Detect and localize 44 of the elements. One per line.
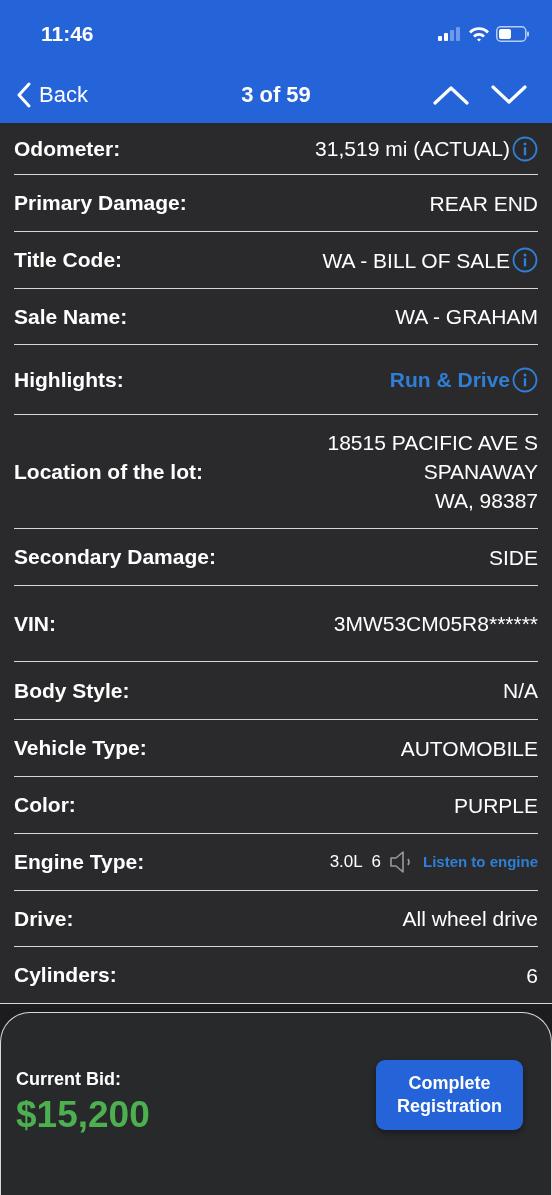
row-label: VIN: [14, 610, 56, 637]
row-label: Odometer: [14, 135, 121, 162]
row-label: Primary Damage: [14, 190, 187, 217]
row-value: PURPLE [453, 792, 538, 819]
row-label: Body Style: [14, 677, 130, 704]
back-button[interactable]: Back [17, 78, 88, 111]
row-value: SIDE [489, 544, 538, 571]
bid-amount: $15,200 [16, 1093, 150, 1137]
row-label: Vehicle Type: [14, 735, 147, 762]
row-value: WA - BILL OF SALE [322, 247, 510, 274]
row-label: Cylinders: [14, 962, 117, 989]
wifi-icon [468, 26, 490, 42]
info-icon[interactable] [512, 247, 538, 273]
bid-label: Current Bid: [16, 1068, 122, 1091]
row-label: Sale Name: [14, 303, 128, 330]
row-value: REAR END [429, 190, 538, 217]
row-value: 3.0L 6 [329, 851, 381, 874]
page-title: 3 of 59 [241, 81, 311, 109]
highlight-link[interactable]: Run & Drive [389, 363, 510, 396]
battery-icon [496, 26, 530, 42]
row-value: 3MW53CM05R8****** [333, 611, 538, 637]
chevron-down-icon[interactable] [491, 84, 527, 105]
complete-registration-button[interactable]: Complete Registration [376, 1060, 523, 1130]
status-time: 11:46 [41, 21, 94, 48]
info-icon[interactable] [512, 135, 538, 162]
info-icon[interactable] [512, 366, 538, 393]
row-value: All wheel drive [402, 906, 538, 932]
row-value: N/A [503, 678, 538, 704]
chevron-up-icon[interactable] [433, 84, 469, 105]
row-label: Drive: [14, 905, 74, 932]
row-label: Title Code: [14, 247, 123, 274]
row-label: Highlights: [14, 366, 124, 393]
row-label: Color: [14, 792, 76, 819]
row-label: Engine Type: [14, 849, 145, 876]
row-value: 18515 PACIFIC AVE S SPANAWAY WA, 98387 [327, 430, 538, 514]
signal-icon [438, 27, 462, 41]
row-value: WA - GRAHAM [395, 304, 538, 330]
row-label: Secondary Damage: [14, 544, 216, 571]
listen-engine-button[interactable]: Listen to engine [389, 849, 538, 875]
back-chevron-icon [17, 81, 31, 108]
row-value: AUTOMOBILE [400, 735, 538, 762]
row-label: Location of the lot: [14, 458, 203, 485]
row-value: 31,519 mi (ACTUAL) [315, 136, 510, 162]
row-value: 6 [526, 962, 538, 989]
